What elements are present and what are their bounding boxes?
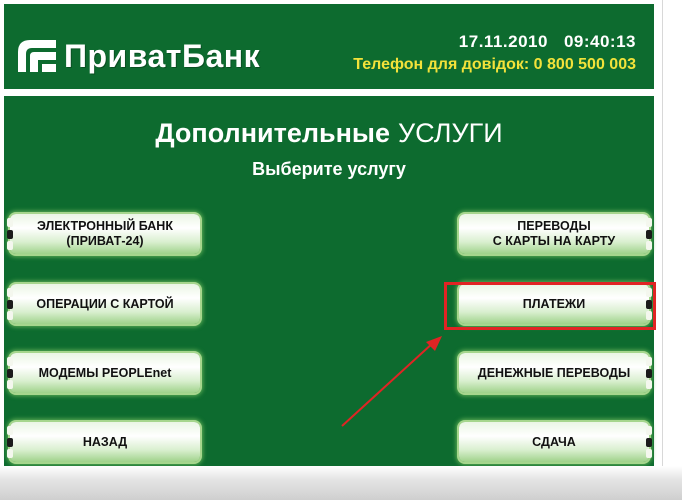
electronic-bank-button[interactable]: ЭЛЕКТРОННЫЙ БАНК (ПРИВАТ-24) bbox=[7, 214, 200, 254]
card-operations-button[interactable]: ОПЕРАЦИИ С КАРТОЙ bbox=[7, 284, 200, 324]
back-button[interactable]: НАЗАД bbox=[7, 422, 200, 462]
button-label: ПЕРЕВОДЫ С КАРТЫ НА КАРТУ bbox=[492, 219, 616, 248]
modems-button[interactable]: МОДЕМЫ PEOPLEnet bbox=[7, 353, 200, 393]
indicator-left bbox=[7, 426, 13, 458]
time-text: 09:40:13 bbox=[563, 32, 636, 51]
indicator-left bbox=[7, 218, 13, 250]
button-label: ДЕНЕЖНЫЕ ПЕРЕВОДЫ bbox=[477, 365, 631, 380]
red-arrow-icon bbox=[341, 336, 442, 427]
brand-logo: ПриватБанк bbox=[16, 36, 260, 76]
button-label: СДАЧА bbox=[532, 434, 576, 449]
button-label: ЭЛЕКТРОННЫЙ БАНК (ПРИВАТ-24) bbox=[37, 219, 173, 248]
privatbank-logo-icon bbox=[18, 40, 56, 72]
indicator-left bbox=[7, 357, 13, 389]
button-label: ОПЕРАЦИИ С КАРТОЙ bbox=[36, 296, 174, 311]
highlight-box bbox=[444, 282, 656, 330]
money-transfers-button[interactable]: ДЕНЕЖНЫЕ ПЕРЕВОДЫ bbox=[459, 353, 652, 393]
datetime: 17.11.2010 09:40:13 bbox=[459, 32, 636, 52]
indicator-right bbox=[646, 357, 652, 389]
date-text: 17.11.2010 bbox=[458, 32, 548, 51]
indicator-right bbox=[646, 218, 652, 250]
button-label: МОДЕМЫ PEOPLEnet bbox=[38, 365, 172, 380]
card-transfers-button[interactable]: ПЕРЕВОДЫ С КАРТЫ НА КАРТУ bbox=[459, 214, 652, 254]
page-subtitle: Выберите услугу bbox=[252, 159, 406, 179]
frame-edge bbox=[662, 0, 663, 466]
indicator-left bbox=[7, 288, 13, 320]
page-title: Дополнительные УСЛУГИ bbox=[4, 118, 654, 149]
indicator-right bbox=[646, 426, 652, 458]
header-bar: ПриватБанк 17.11.2010 09:40:13 Телефон дл… bbox=[4, 4, 654, 89]
help-phone: Телефон для довідок: 0 800 500 003 bbox=[353, 56, 636, 73]
brand-name: ПриватБанк bbox=[64, 37, 261, 74]
title-bold: Дополнительные bbox=[155, 118, 390, 148]
bottom-strip bbox=[0, 466, 682, 500]
atm-screen: ПриватБанк 17.11.2010 09:40:13 Телефон дл… bbox=[4, 4, 656, 494]
separator bbox=[4, 89, 654, 96]
title-rest: УСЛУГИ bbox=[397, 118, 503, 148]
change-button[interactable]: СДАЧА bbox=[459, 422, 652, 462]
button-label: НАЗАД bbox=[82, 434, 128, 449]
